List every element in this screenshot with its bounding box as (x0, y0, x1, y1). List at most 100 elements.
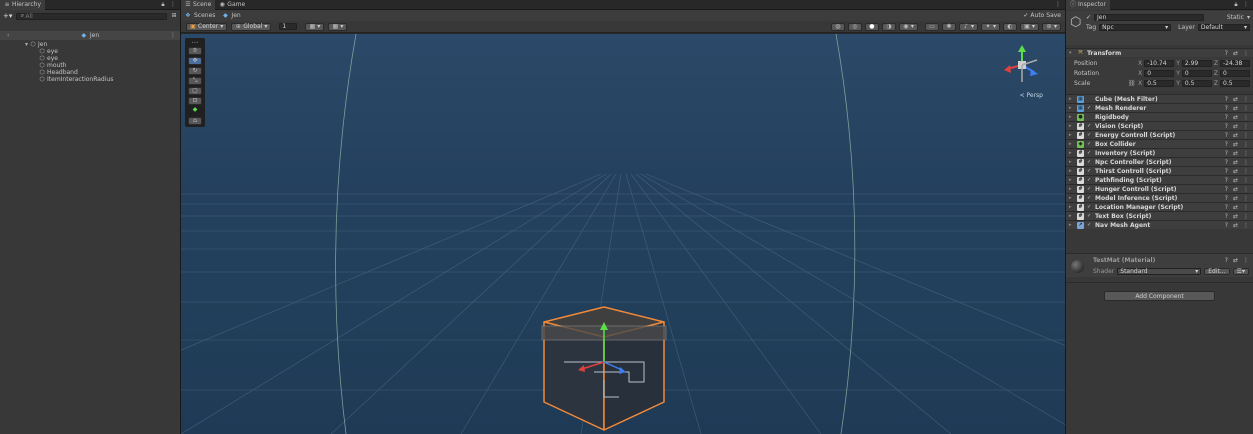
scale-z-field[interactable]: 0.5 (1220, 80, 1250, 87)
back-chevron-icon[interactable]: ‹ (7, 32, 9, 39)
rotation-y-field[interactable]: 0 (1181, 70, 1212, 77)
help-icon[interactable]: ? (1225, 150, 1228, 157)
kebab-menu-icon[interactable]: ⋮ (170, 1, 176, 8)
preset-icon[interactable]: ⇄ (1233, 123, 1238, 130)
component-header[interactable]: ▸ ▦ ✓ Mesh Renderer? ⇄ ⋮ (1066, 103, 1253, 112)
add-component-button[interactable]: Add Component (1104, 291, 1215, 301)
component-enabled-checkbox[interactable]: ✓ (1087, 204, 1092, 210)
component-header[interactable]: ▸ # ✓ Text Box (Script)? ⇄ ⋮ (1066, 211, 1253, 220)
preset-icon[interactable]: ⇄ (1233, 168, 1238, 175)
preset-icon[interactable]: ⇄ (1233, 114, 1238, 121)
component-header[interactable]: ▸ # ✓ Energy Controll (Script)? ⇄ ⋮ (1066, 130, 1253, 139)
preset-icon[interactable]: ⇄ (1233, 132, 1238, 139)
link-icon[interactable]: ⛓︎ (1128, 80, 1136, 87)
component-menu-icon[interactable]: ⋮ (1243, 123, 1249, 130)
lighting-toggle-button[interactable]: ✺ (941, 22, 956, 31)
component-menu-icon[interactable]: ⋮ (1243, 159, 1249, 166)
foldout-arrow-icon[interactable]: ▸ (1069, 114, 1074, 120)
preset-icon[interactable]: ⇄ (1233, 96, 1238, 103)
component-header[interactable]: ▸ # ✓ Model Inference (Script)? ⇄ ⋮ (1066, 193, 1253, 202)
component-menu-icon[interactable]: ⋮ (1243, 168, 1249, 175)
hidden-objects-button[interactable]: ◐ (1002, 22, 1017, 31)
component-menu-icon[interactable]: ⋮ (1243, 132, 1249, 139)
component-menu-icon[interactable]: ⋮ (1243, 150, 1249, 157)
component-header[interactable]: ▸ # ✓ Hunger Controll (Script)? ⇄ ⋮ (1066, 184, 1253, 193)
hierarchy-root-item[interactable]: ▾ ⬡ Jen (25, 41, 47, 48)
grid-snap-button[interactable]: ▦ ▾ (305, 22, 325, 31)
position-z-field[interactable]: -24.38 (1220, 60, 1250, 67)
component-enabled-checkbox[interactable]: ✓ (1087, 177, 1092, 183)
hierarchy-item[interactable]: ⬡ eye (39, 48, 58, 55)
preset-icon[interactable]: ⇄ (1233, 105, 1238, 112)
preset-icon[interactable]: ⇄ (1233, 159, 1238, 166)
breadcrumb-scenes[interactable]: Scenes (194, 12, 215, 19)
layer-dropdown[interactable]: Default ▾ (1197, 24, 1250, 31)
component-menu-icon[interactable]: ⋮ (1243, 50, 1249, 57)
2d-toggle-button[interactable]: ▭ (924, 22, 939, 31)
shader-dropdown[interactable]: Standard ▾ (1117, 268, 1202, 275)
foldout-arrow-icon[interactable]: ▸ (1069, 159, 1074, 165)
foldout-arrow-icon[interactable]: ▸ (1069, 132, 1074, 138)
help-icon[interactable]: ? (1225, 105, 1228, 112)
component-header[interactable]: ▸ # ✓ Thirst Controll (Script)? ⇄ ⋮ (1066, 166, 1253, 175)
component-menu-icon[interactable]: ⋮ (1243, 141, 1249, 148)
object-name-field[interactable]: Jen (1094, 14, 1205, 21)
hierarchy-item[interactable]: ⬡ ItemInteractionRadius (39, 76, 113, 83)
preset-icon[interactable]: ⇄ (1233, 141, 1238, 148)
component-menu-icon[interactable]: ⋮ (1243, 257, 1249, 264)
persp-label[interactable]: < Persp (1020, 92, 1043, 99)
navmesh-tool[interactable]: ⌂ (188, 117, 202, 125)
rect-tool[interactable]: ▢ (188, 87, 202, 95)
hand-tool[interactable]: ✋︎ (188, 47, 202, 55)
component-enabled-checkbox[interactable]: ✓ (1087, 213, 1092, 219)
selected-cube[interactable] (534, 302, 674, 432)
draw-mode-button[interactable]: ◍ (830, 22, 845, 31)
preset-icon[interactable]: ⇄ (1233, 150, 1238, 157)
help-icon[interactable]: ? (1225, 213, 1228, 220)
help-icon[interactable]: ? (1225, 168, 1228, 175)
scene-tab-menu-icon[interactable]: ⋮ (1055, 1, 1065, 8)
custom-tool[interactable]: ◆ (188, 107, 202, 115)
preset-icon[interactable]: ⇄ (1233, 195, 1238, 202)
add-icon[interactable]: +▾ (3, 12, 12, 20)
component-menu-icon[interactable]: ⋮ (1243, 204, 1249, 211)
component-enabled-checkbox[interactable]: ✓ (1087, 150, 1092, 156)
active-checkbox[interactable]: ✓ (1086, 14, 1091, 21)
component-header[interactable]: ▸ ● Rigidbody? ⇄ ⋮ (1066, 112, 1253, 121)
tag-dropdown[interactable]: Npc ▾ (1099, 24, 1172, 31)
foldout-arrow-icon[interactable]: ▸ (1069, 105, 1074, 111)
foldout-arrow-icon[interactable]: ▾ (25, 41, 28, 48)
foldout-arrow-icon[interactable]: ▸ (1069, 141, 1074, 147)
grid-visibility-button[interactable]: ▦ ▾ (328, 22, 348, 31)
lock-icon[interactable]: 🔒︎ (1233, 1, 1239, 8)
help-icon[interactable]: ? (1225, 141, 1228, 148)
space-dropdown[interactable]: ⊕ Global ▾ (231, 22, 272, 31)
kebab-menu-icon[interactable]: ⋮ (1243, 1, 1249, 8)
rotation-x-field[interactable]: 0 (1144, 70, 1175, 77)
foldout-arrow-icon[interactable]: ▸ (1069, 204, 1074, 210)
component-menu-icon[interactable]: ⋮ (1243, 222, 1249, 229)
position-x-field[interactable]: -10.74 (1144, 60, 1175, 67)
foldout-arrow-icon[interactable]: ▸ (1069, 213, 1074, 219)
help-icon[interactable]: ? (1225, 186, 1228, 193)
foldout-arrow-icon[interactable]: ▸ (1069, 150, 1074, 156)
scale-x-field[interactable]: 0.5 (1144, 80, 1175, 87)
shaded-button[interactable]: ● (864, 22, 879, 31)
component-header[interactable]: ▸ # ✓ Pathfinding (Script)? ⇄ ⋮ (1066, 175, 1253, 184)
tab-scene[interactable]: ☰ Scene (181, 0, 216, 10)
hierarchy-item[interactable]: ⬡ mouth (39, 62, 66, 69)
hierarchy-search-input[interactable]: ⌕ All (16, 12, 167, 20)
foldout-arrow-icon[interactable]: ▸ (1069, 96, 1074, 102)
foldout-arrow-icon[interactable]: ▸ (1069, 177, 1074, 183)
scene-viewport[interactable]: ••• ✋︎ ✥ ↻ ⤡ ▢ ⊡ ◆ ⌂ < Persp (181, 34, 1065, 434)
camera-settings-button[interactable]: ▣ ▾ (1019, 22, 1039, 31)
help-icon[interactable]: ? (1225, 222, 1228, 229)
help-icon[interactable]: ? (1225, 195, 1228, 202)
snap-increment-field[interactable]: 1 (279, 23, 298, 30)
rotate-tool[interactable]: ↻ (188, 67, 202, 75)
shader-list-button[interactable]: ☰▾ (1232, 268, 1249, 275)
component-enabled-checkbox[interactable]: ✓ (1087, 105, 1092, 111)
component-menu-icon[interactable]: ⋮ (1243, 96, 1249, 103)
pivot-dropdown[interactable]: ▣ Center ▾ (186, 22, 228, 31)
component-header[interactable]: ▸ # ✓ Npc Controller (Script)? ⇄ ⋮ (1066, 157, 1253, 166)
